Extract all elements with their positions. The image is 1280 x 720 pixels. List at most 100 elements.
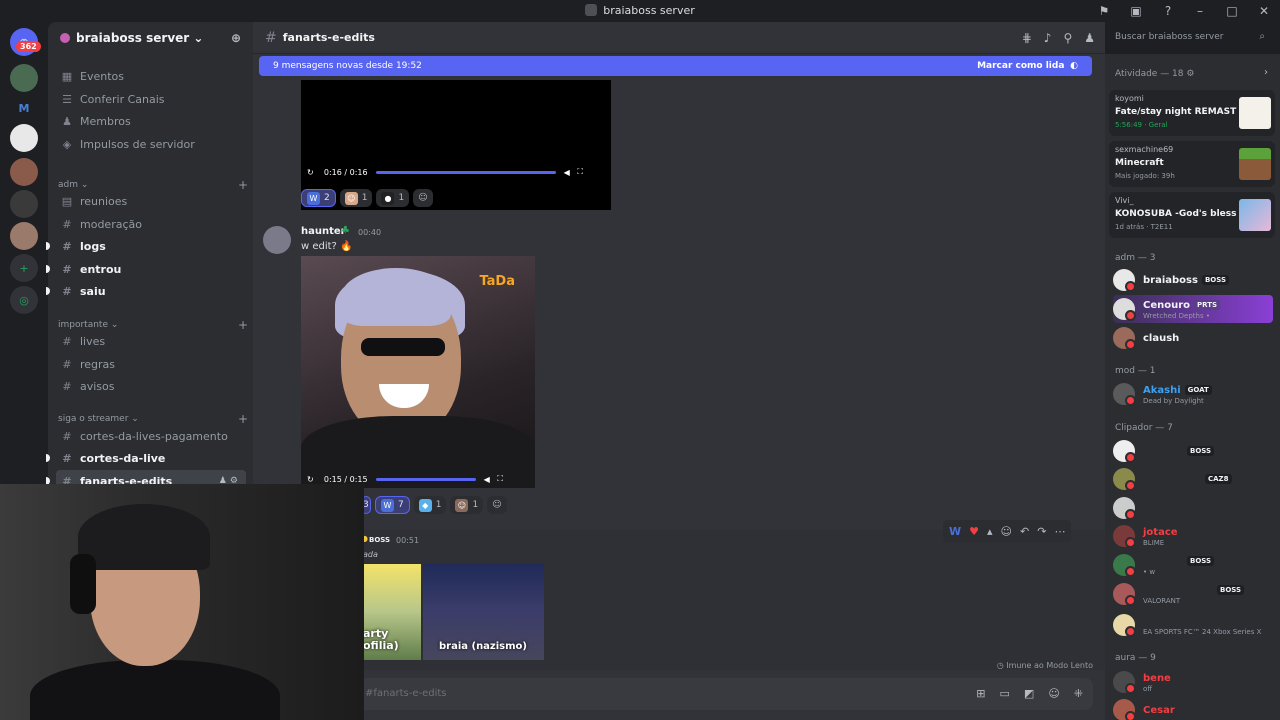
reaction-face[interactable]: ☺ 1 [339, 189, 373, 207]
replay-icon[interactable]: ↻ [307, 168, 314, 177]
fullscreen-icon[interactable]: ⛶ [577, 167, 583, 177]
inbox-icon[interactable]: ▣ [1120, 4, 1152, 18]
server-icon-3[interactable] [10, 124, 38, 152]
reaction-w[interactable]: W7 [375, 496, 410, 514]
volume-icon[interactable]: ◀ [484, 475, 490, 484]
channel-regras[interactable]: # regras [56, 353, 246, 375]
member-item[interactable]: Akashi GOAT Dead by Daylight [1113, 380, 1273, 408]
heart-icon[interactable]: ♥ [969, 525, 979, 538]
chevron-right-icon[interactable]: › [1264, 67, 1268, 78]
server-icon-5[interactable] [10, 222, 38, 250]
header-tools: ⋕ ♪ ⚲ ♟ [1022, 31, 1095, 45]
member-item[interactable]: Cesar [1113, 696, 1273, 720]
forward-icon[interactable]: ↷ [1037, 525, 1046, 538]
gift-icon[interactable]: ⊞ [976, 687, 985, 700]
image-thumbnail[interactable]: braia (nazismo) [423, 564, 544, 660]
add-reaction-button[interactable]: ☺ [413, 189, 433, 207]
add-server-icon[interactable]: + [10, 254, 38, 282]
apps-icon[interactable]: ⁜ [1074, 687, 1083, 700]
volume-icon[interactable]: ◀ [564, 168, 570, 177]
channel-avisos[interactable]: # avisos [56, 375, 246, 397]
unread-pill [46, 287, 50, 295]
role-tag: BOSS [369, 536, 391, 544]
help-icon[interactable]: ? [1152, 4, 1184, 18]
reaction-gem[interactable]: ◆ 1 [413, 496, 447, 514]
member-item[interactable]: claush [1113, 324, 1273, 352]
member-item[interactable]: BOSS [1113, 437, 1273, 465]
add-reaction-button[interactable]: ☺ [487, 496, 507, 514]
reaction-dark[interactable]: ● 1 [376, 189, 410, 207]
video-progress[interactable] [375, 170, 556, 174]
avatar[interactable] [263, 226, 291, 254]
emoji-icon[interactable]: ▴ [987, 525, 993, 538]
flag-icon[interactable]: ⚑ [1088, 4, 1120, 18]
fullscreen-icon[interactable]: ⛶ [497, 474, 503, 484]
server-header[interactable]: braiaboss server ⌄ ⊕ [48, 22, 253, 54]
channel-cortes-da-live[interactable]: # cortes-da-live [46, 447, 246, 469]
server-icon-4[interactable] [10, 158, 38, 186]
threads-icon[interactable]: ⋕ [1022, 31, 1032, 45]
search-input[interactable]: Buscar braiaboss server ⌕ [1109, 28, 1271, 48]
activity-card[interactable]: sexmachine69 Minecraft Mais jogado: 39h [1109, 141, 1275, 187]
channel-cortes-da-lives-pagamento[interactable]: # cortes-da-lives-pagamento [56, 425, 246, 447]
maximize-button[interactable]: □ [1216, 4, 1248, 18]
member-item[interactable]: BOSS • w [1113, 551, 1273, 579]
pin-icon[interactable]: ⚲ [1063, 31, 1072, 45]
video-progress[interactable] [375, 477, 476, 481]
reaction-person[interactable]: ☺ 1 [450, 496, 484, 514]
channel-saiu[interactable]: # saiu [46, 280, 246, 302]
reply-icon[interactable]: ↶ [1020, 525, 1029, 538]
emoji-icon[interactable]: ☺ [1048, 687, 1059, 700]
channel-lives[interactable]: # lives [56, 330, 246, 352]
window-controls: ⚑ ▣ ? – □ ✕ [1088, 0, 1280, 22]
mark-as-read-button[interactable]: Marcar como lida [977, 61, 1064, 71]
channel-moderacao[interactable]: # moderação [56, 213, 246, 235]
reaction-w-icon[interactable]: W [949, 525, 961, 538]
channel-reunioes[interactable]: ▤ reunioes [56, 190, 246, 212]
activity-card[interactable]: Vivi_ KONOSUBA -God's blessin... 1d atrá… [1109, 192, 1275, 238]
server-icon-2[interactable]: M [10, 94, 38, 122]
sidebar-item-membros[interactable]: ♟ Membros [56, 110, 246, 132]
more-icon[interactable]: ⋯ [1054, 525, 1065, 538]
close-button[interactable]: ✕ [1248, 4, 1280, 18]
member-item[interactable]: CAZ8 [1113, 465, 1273, 493]
add-channel-icon[interactable]: + [238, 412, 248, 426]
image-thumbnail[interactable]: arty ofilia) [363, 564, 421, 660]
message-text: ada [363, 550, 378, 559]
bell-icon[interactable]: ♪ [1044, 31, 1052, 45]
sidebar-item-impulsos[interactable]: ◈ Impulsos de servidor [56, 133, 246, 155]
channel-logs[interactable]: # logs [46, 235, 246, 257]
group-header: Clipador — 7 [1115, 423, 1173, 433]
member-list: Atividade — 18 ⚙ › koyomi Fate/stay nigh… [1105, 54, 1280, 720]
member-item[interactable]: braiaboss BOSS [1113, 266, 1273, 294]
server-icon-1[interactable] [10, 64, 38, 92]
invite-icon[interactable]: ⊕ [231, 31, 241, 45]
sticker-icon[interactable]: ◩ [1024, 687, 1034, 700]
members-icon: ♟ [62, 114, 72, 128]
minimize-button[interactable]: – [1184, 4, 1216, 18]
activity-card[interactable]: koyomi Fate/stay night REMASTE... 5:56:4… [1109, 90, 1275, 136]
video-attachment-2[interactable]: TaDa [301, 256, 535, 488]
member-list-icon[interactable]: ♟ [1084, 31, 1095, 45]
member-item[interactable] [1113, 494, 1273, 522]
explore-icon[interactable]: ◎ [10, 286, 38, 314]
reaction-w[interactable]: W2 [301, 189, 336, 207]
channel-entrou[interactable]: # entrou [46, 258, 246, 280]
member-item[interactable]: Cenouro PRTS Wretched Depths • [1113, 295, 1273, 323]
member-item[interactable]: jotace BLIME [1113, 522, 1273, 550]
author-name[interactable]: haunter [301, 226, 346, 237]
add-reaction-icon[interactable]: ☺ [1001, 525, 1012, 538]
server-icon-current[interactable] [10, 190, 38, 218]
gif-icon[interactable]: ▭ [1000, 687, 1010, 700]
member-item[interactable]: EA SPORTS FC™ 24 Xbox Series X [1113, 611, 1273, 639]
sidebar-item-eventos[interactable]: ▦ Eventos [56, 65, 246, 87]
replay-icon[interactable]: ↻ [307, 475, 314, 484]
new-messages-bar[interactable]: 9 mensagens novas desde 19:52 Marcar com… [259, 56, 1092, 76]
avatar [1113, 699, 1136, 720]
member-item[interactable]: BOSS VALORANT [1113, 580, 1273, 608]
gear-icon[interactable]: ⚙ [1184, 69, 1194, 79]
message-input[interactable]: #fanarts-e-edits ⊞ ▭ ◩ ☺ ⁜ [265, 678, 1093, 710]
category-siga-o-streamer[interactable]: siga o streamer ⌄ + [58, 412, 248, 426]
member-item[interactable]: bene off [1113, 668, 1273, 696]
sidebar-item-conferir-canais[interactable]: ☰ Conferir Canais [56, 88, 246, 110]
